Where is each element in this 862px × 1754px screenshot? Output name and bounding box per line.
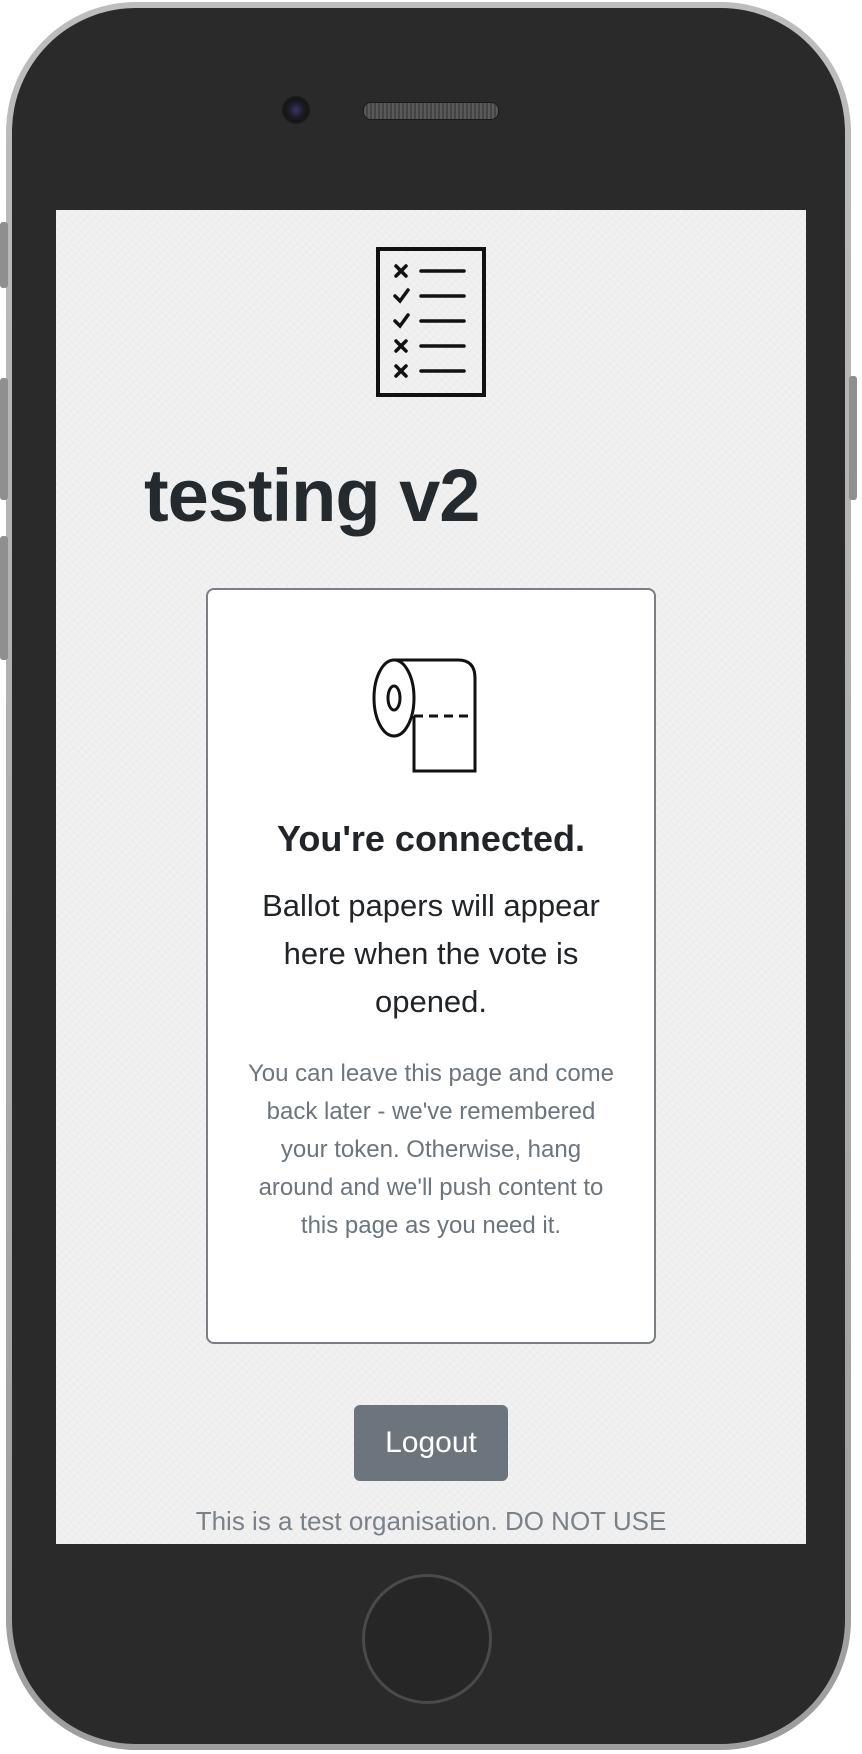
checklist-icon <box>376 247 486 397</box>
power-button <box>849 376 857 500</box>
volume-up-button <box>0 378 8 500</box>
logout-button[interactable]: Logout <box>354 1405 508 1481</box>
token-note-text: You can leave this page and come back la… <box>247 1060 615 1239</box>
mute-switch <box>0 222 8 288</box>
toilet-roll-icon <box>372 658 477 773</box>
earpiece-speaker <box>363 102 499 120</box>
app-screen: testing v2 You're connected. Ballot pape… <box>56 210 806 1544</box>
ballot-info-text: Ballot papers will appear here when the … <box>262 888 600 1019</box>
organisation-title: testing v2 <box>144 454 480 537</box>
test-organisation-notice: This is a test organisation. DO NOT USE <box>195 1506 667 1536</box>
connection-status-card: You're connected. Ballot papers will app… <box>206 588 656 1344</box>
connected-heading: You're connected. <box>277 818 585 859</box>
volume-down-button <box>0 536 8 660</box>
front-camera <box>282 96 310 124</box>
home-button <box>362 1574 492 1704</box>
